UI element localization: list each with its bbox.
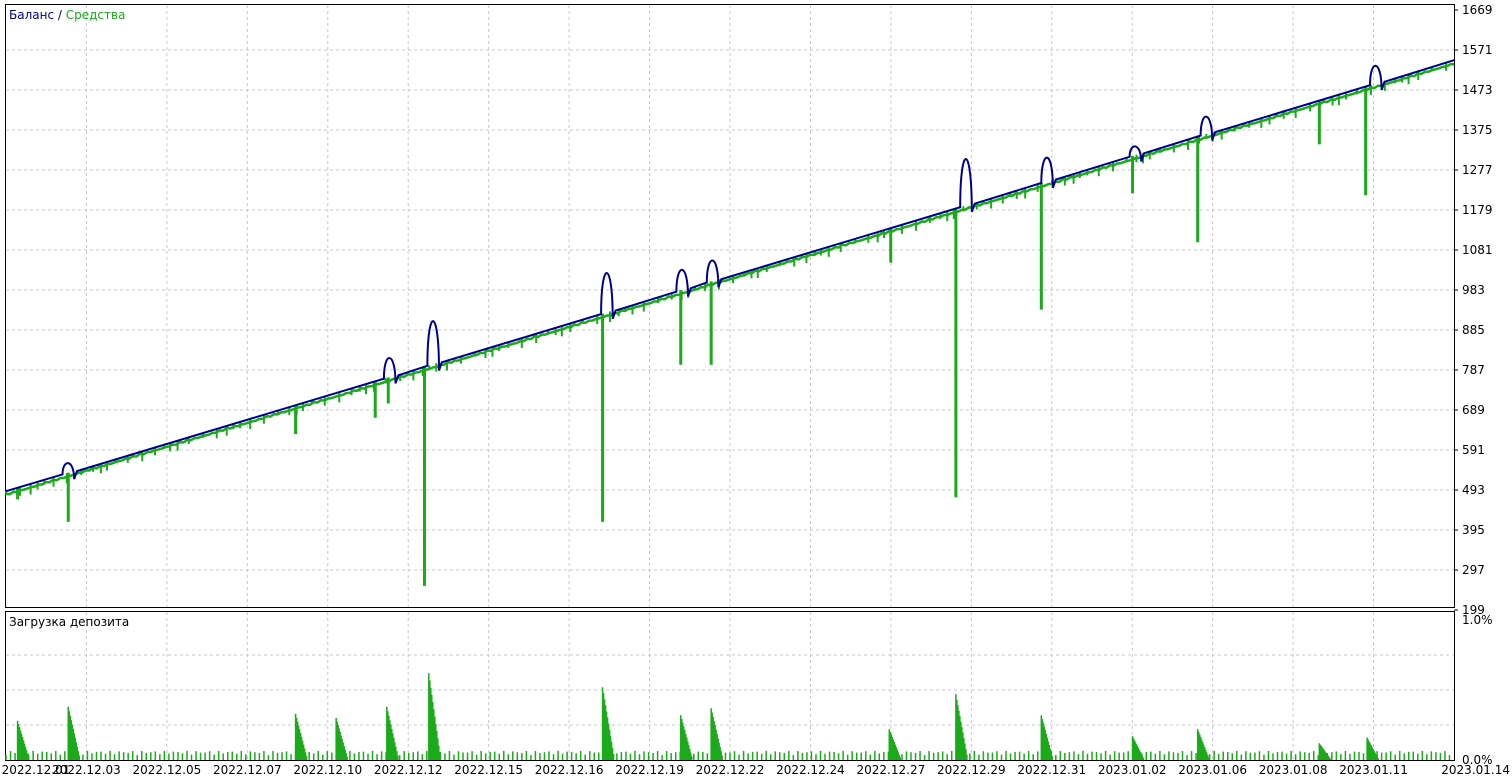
y-tick-label: 1081 [1462,243,1493,257]
legend: Баланс / Средства [9,8,125,22]
y-tick-label: 493 [1462,483,1485,497]
y-tick-label: 395 [1462,523,1485,537]
x-tick-label: 2022.12.31 [1017,763,1086,777]
x-tick-label: 2022.12.24 [776,763,845,777]
x-tick-label: 2022.12.05 [133,763,202,777]
y-tick-label: 1277 [1462,163,1493,177]
x-tick-label: 2022.12.12 [374,763,443,777]
y-tick-label: 591 [1462,443,1485,457]
y-tick-label: 1669 [1462,3,1493,17]
deposit-y-axis-labels: 1.0%0.0% [1462,613,1493,767]
deposit-y-tick-label: 1.0% [1462,613,1493,627]
x-tick-label: 2022.12.07 [213,763,282,777]
deposit-load-label: Загрузка депозита [9,615,129,629]
x-tick-label: 2023.01.02 [1098,763,1167,777]
y-tick-label: 1375 [1462,123,1493,137]
y-tick-label: 1571 [1462,43,1493,57]
y-tick-label: 1473 [1462,83,1493,97]
x-tick-label: 2022.12.16 [535,763,604,777]
strategy-tester-graph: 1669 1571 1473 1375 1277 1179 1081 983 885 787 689… [2,3,1510,777]
x-tick-label: 2023.01.14 [1441,763,1510,777]
x-tick-label: 2022.12.03 [52,763,121,777]
x-tick-label: 2022.12.22 [696,763,765,777]
x-tick-label: 2023.01.06 [1178,763,1247,777]
y-tick-label: 297 [1462,563,1485,577]
x-tick-label: 2023.01.08 [1259,763,1328,777]
y-axis-labels: 1669 1571 1473 1375 1277 1179 1081 983 885 787 689… [1454,3,1493,617]
y-tick-label: 689 [1462,403,1485,417]
x-tick-label: 2022.12.27 [857,763,926,777]
legend-balance: Баланс [9,8,54,22]
x-axis-labels: 2022.12.012022.12.03 2022.12.05 2022.12.07… [2,763,1510,777]
x-tick-label: 2022.12.15 [454,763,523,777]
legend-separator: / [54,8,66,22]
y-tick-label: 885 [1462,323,1485,337]
x-tick-label: 2022.12.29 [937,763,1006,777]
y-tick-label: 787 [1462,363,1485,377]
x-tick-label: 2023.01.11 [1339,763,1408,777]
y-tick-label: 983 [1462,283,1485,297]
x-tick-label: 2022.12.19 [615,763,684,777]
legend-equity: Средства [66,8,126,22]
y-tick-label: 1179 [1462,203,1493,217]
x-tick-label: 2022.12.10 [293,763,362,777]
